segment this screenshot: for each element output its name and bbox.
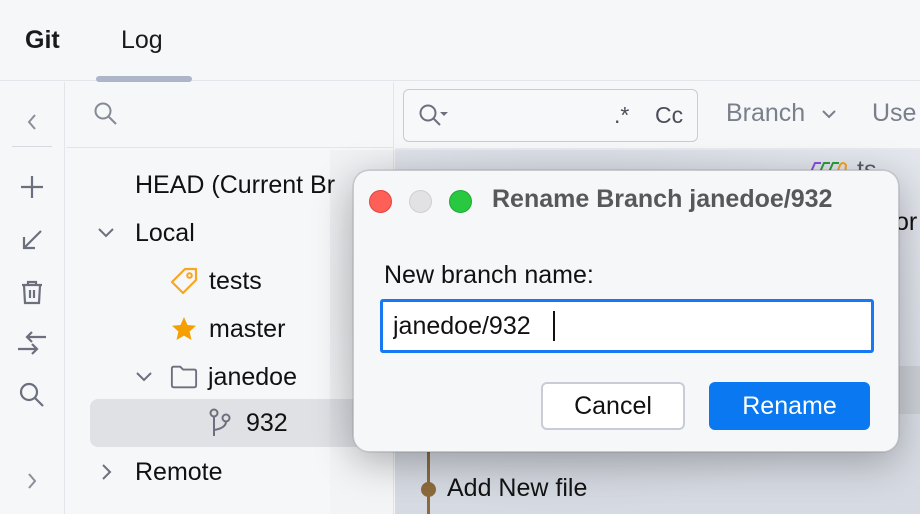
- branch-filter-label: Branch: [726, 99, 806, 127]
- tree-search-bar[interactable]: [66, 82, 394, 148]
- match-case-toggle[interactable]: Cc: [655, 102, 683, 129]
- chevron-left-icon[interactable]: [16, 106, 48, 138]
- search-icon: [93, 101, 119, 132]
- compare-arrows-icon[interactable]: [16, 327, 48, 359]
- regex-toggle[interactable]: .*: [614, 102, 629, 129]
- minimize-window-button: [409, 190, 432, 213]
- rename-button[interactable]: Rename: [709, 382, 870, 430]
- branches-tree-panel: HEAD (Current Br Local tests master jane…: [66, 82, 400, 514]
- trash-icon[interactable]: [16, 276, 48, 308]
- toolbar-separator: [12, 146, 52, 147]
- dialog-title: Rename Branch janedoe/932: [492, 185, 833, 213]
- tree-item-label: Remote: [135, 458, 223, 486]
- folder-icon: [170, 363, 198, 391]
- log-search-field[interactable]: .* Cc: [403, 89, 698, 142]
- chevron-down-icon: [822, 110, 836, 119]
- tree-item-remote[interactable]: Remote: [66, 448, 394, 496]
- chevron-right-icon[interactable]: [96, 448, 116, 514]
- search-options-icon[interactable]: [418, 103, 452, 134]
- tree-item-label: master: [209, 315, 286, 343]
- tree-item-head[interactable]: HEAD (Current Br: [66, 161, 394, 209]
- rename-branch-dialog: Rename Branch janedoe/932 New branch nam…: [353, 170, 899, 452]
- tag-icon: [170, 267, 198, 295]
- tool-window-header: Git Log: [0, 0, 920, 82]
- tree-item-label: Local: [135, 219, 195, 247]
- tree-item-local[interactable]: Local: [66, 209, 394, 257]
- branches-toolbar: [0, 82, 65, 514]
- text-caret: [553, 311, 555, 341]
- maximize-window-button[interactable]: [449, 190, 472, 213]
- new-branch-name-label: New branch name:: [384, 261, 594, 289]
- arrow-down-left-icon[interactable]: [16, 224, 48, 256]
- tree-item-label: tests: [209, 267, 262, 295]
- tree-item-janedoe[interactable]: janedoe: [66, 353, 394, 401]
- cancel-button[interactable]: Cancel: [541, 382, 685, 430]
- chevron-right-icon[interactable]: [16, 465, 48, 497]
- tree-item-label: 932: [246, 409, 288, 437]
- user-filter-dropdown[interactable]: Use: [872, 99, 916, 128]
- tab-log[interactable]: Log: [121, 26, 163, 55]
- branch-filter-dropdown[interactable]: Branch: [726, 99, 838, 128]
- tab-git[interactable]: Git: [25, 26, 60, 55]
- tree-item-tests[interactable]: tests: [66, 257, 394, 305]
- new-branch-name-input[interactable]: [380, 299, 874, 353]
- star-icon: [170, 315, 198, 343]
- branch-icon: [206, 408, 234, 437]
- search-icon[interactable]: [16, 379, 48, 411]
- commit-message[interactable]: Add New file: [447, 474, 587, 503]
- tree-item-master[interactable]: master: [66, 305, 394, 353]
- tree-item-label: janedoe: [208, 363, 297, 391]
- plus-icon[interactable]: [16, 171, 48, 203]
- close-window-button[interactable]: [369, 190, 392, 213]
- tree-item-label: HEAD (Current Br: [135, 171, 336, 199]
- commit-graph-node: [421, 482, 436, 497]
